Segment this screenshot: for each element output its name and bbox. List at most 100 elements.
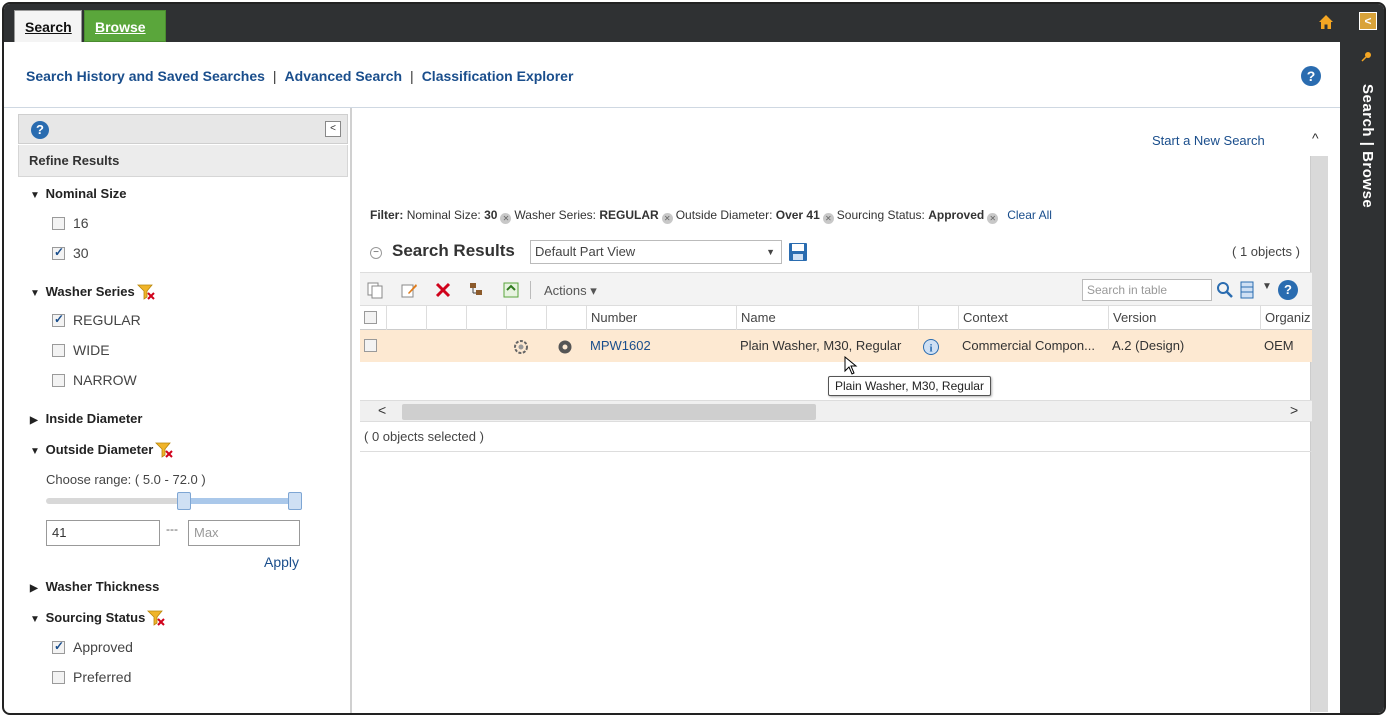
checkbox-label: 30 — [73, 245, 89, 261]
checkbox-label: 16 — [73, 215, 89, 231]
checkbox[interactable] — [52, 374, 65, 387]
clear-filter-icon[interactable] — [136, 284, 155, 300]
advanced-search-link[interactable]: Advanced Search — [285, 68, 403, 84]
checkbox-series-regular[interactable]: REGULAR — [52, 312, 141, 328]
filter-key: Washer Series: — [514, 208, 597, 222]
save-icon[interactable] — [788, 242, 808, 262]
scroll-up-icon[interactable]: ^ — [1312, 130, 1319, 146]
checkbox[interactable] — [52, 245, 65, 260]
facet-nominal-size[interactable]: ▼ Nominal Size — [30, 186, 127, 201]
cell-number[interactable]: MPW1602 — [586, 330, 736, 362]
top-bar: Search Browse < — [4, 4, 1384, 42]
search-icon[interactable] — [1216, 281, 1234, 299]
edit-icon[interactable] — [400, 281, 418, 299]
range-slider-min-handle[interactable] — [177, 492, 191, 510]
collapse-results-icon[interactable]: − — [370, 247, 382, 259]
column-header-blank — [918, 306, 958, 330]
range-dash: --- — [166, 522, 178, 536]
checkbox-series-wide[interactable]: WIDE — [52, 342, 110, 358]
facet-label: Outside Diameter — [45, 442, 154, 457]
table-search-input[interactable]: Search in table — [1082, 279, 1212, 301]
filter-value: Approved — [928, 208, 985, 222]
tab-browse[interactable]: Browse — [84, 10, 166, 42]
checkbox-nominal-16[interactable]: 16 — [52, 215, 89, 231]
checkbox-nominal-30[interactable]: 30 — [52, 245, 89, 261]
clear-filter-icon[interactable] — [155, 442, 173, 458]
scroll-left-icon[interactable]: < — [378, 402, 386, 418]
checkbox[interactable] — [52, 344, 65, 357]
search-links-bar: Search History and Saved Searches | Advanc… — [4, 42, 1340, 108]
remove-filter-icon[interactable]: ✕ — [987, 213, 999, 224]
classification-explorer-link[interactable]: Classification Explorer — [422, 68, 574, 84]
column-header-blank — [506, 306, 546, 330]
cell-context: Commercial Compon... — [962, 338, 1095, 353]
facet-sourcing-status[interactable]: ▼ Sourcing Status — [30, 610, 166, 626]
select-all-header[interactable] — [360, 306, 386, 330]
start-new-search-link[interactable]: Start a New Search — [1152, 133, 1265, 148]
checkbox[interactable] — [52, 217, 65, 230]
help-icon[interactable]: ? — [1278, 280, 1298, 300]
row-checkbox[interactable] — [364, 339, 377, 352]
range-max-input[interactable]: Max — [188, 520, 300, 546]
facet-inside-diameter[interactable]: ▶ Inside Diameter — [30, 411, 142, 426]
facet-outside-diameter[interactable]: ▼ Outside Diameter — [30, 442, 173, 458]
home-icon[interactable] — [1318, 14, 1334, 30]
checkbox[interactable] — [52, 671, 65, 684]
checkbox[interactable] — [52, 312, 65, 327]
range-slider-max-handle[interactable] — [288, 492, 302, 510]
info-icon[interactable]: i — [922, 338, 940, 356]
scrollbar-thumb[interactable] — [402, 404, 816, 420]
copy-icon[interactable] — [366, 281, 384, 299]
help-icon[interactable]: ? — [1301, 66, 1321, 86]
checkbox-label: NARROW — [73, 372, 137, 388]
vertical-scrollbar[interactable] — [1310, 156, 1328, 712]
search-history-link[interactable]: Search History and Saved Searches — [26, 68, 265, 84]
column-header-number[interactable]: Number — [586, 306, 736, 330]
export-icon[interactable] — [502, 281, 520, 299]
collapse-left-icon[interactable]: < — [325, 121, 341, 137]
view-select[interactable]: Default Part View ▼ — [530, 240, 782, 264]
table-row[interactable]: MPW1602 Plain Washer, M30, Regular i Com… — [360, 330, 1312, 362]
expanded-triangle-icon: ▼ — [30, 614, 40, 625]
column-header-name[interactable]: Name — [736, 306, 918, 330]
checkbox-status-preferred[interactable]: Preferred — [52, 669, 131, 685]
clear-all-link[interactable]: Clear All — [1007, 208, 1052, 222]
gear-icon[interactable] — [512, 338, 530, 356]
apply-link[interactable]: Apply — [264, 554, 299, 570]
remove-filter-icon[interactable]: ✕ — [661, 213, 673, 224]
side-strip-label[interactable]: Search | Browse — [1359, 84, 1376, 208]
delete-icon[interactable] — [434, 281, 452, 299]
checkbox-label: WIDE — [73, 342, 110, 358]
pin-icon[interactable] — [1361, 50, 1373, 62]
filter-value: 30 — [484, 208, 498, 222]
scroll-right-icon[interactable]: > — [1290, 402, 1298, 418]
range-min-input[interactable]: 41 — [46, 520, 160, 546]
remove-filter-icon[interactable]: ✕ — [822, 213, 834, 224]
link-separator: | — [272, 68, 277, 84]
horizontal-scrollbar[interactable]: < > — [360, 400, 1312, 422]
remove-filter-icon[interactable]: ✕ — [500, 213, 512, 224]
checkbox-status-approved[interactable]: Approved — [52, 639, 133, 655]
actions-menu[interactable]: Actions ▾ — [544, 283, 597, 299]
row-select-cell[interactable] — [360, 330, 386, 362]
chevron-down-icon[interactable]: ▼ — [1262, 281, 1272, 292]
column-header-organization[interactable]: Organiz — [1260, 306, 1312, 330]
collapse-panel-icon[interactable]: < — [1359, 12, 1377, 30]
tab-search[interactable]: Search — [14, 10, 82, 42]
checkbox-label: Preferred — [73, 669, 132, 685]
facet-washer-series[interactable]: ▼ Washer Series — [30, 284, 155, 300]
checkbox[interactable] — [52, 639, 65, 654]
checkbox-series-narrow[interactable]: NARROW — [52, 372, 137, 388]
column-header-blank — [546, 306, 586, 330]
column-header-version[interactable]: Version — [1108, 306, 1260, 330]
filter-key: Outside Diameter: — [675, 208, 773, 222]
select-all-checkbox[interactable] — [364, 311, 377, 324]
refine-results-panel: ? < Refine Results ▼ Nominal Size 16 30 … — [18, 108, 352, 713]
clear-filter-icon[interactable] — [147, 610, 166, 626]
help-icon[interactable]: ? — [31, 121, 49, 139]
refine-panel-header: ? < — [18, 114, 348, 144]
table-view-icon[interactable] — [1240, 281, 1254, 299]
column-header-context[interactable]: Context — [958, 306, 1108, 330]
facet-washer-thickness[interactable]: ▶ Washer Thickness — [30, 579, 159, 594]
structure-icon[interactable] — [468, 281, 486, 299]
